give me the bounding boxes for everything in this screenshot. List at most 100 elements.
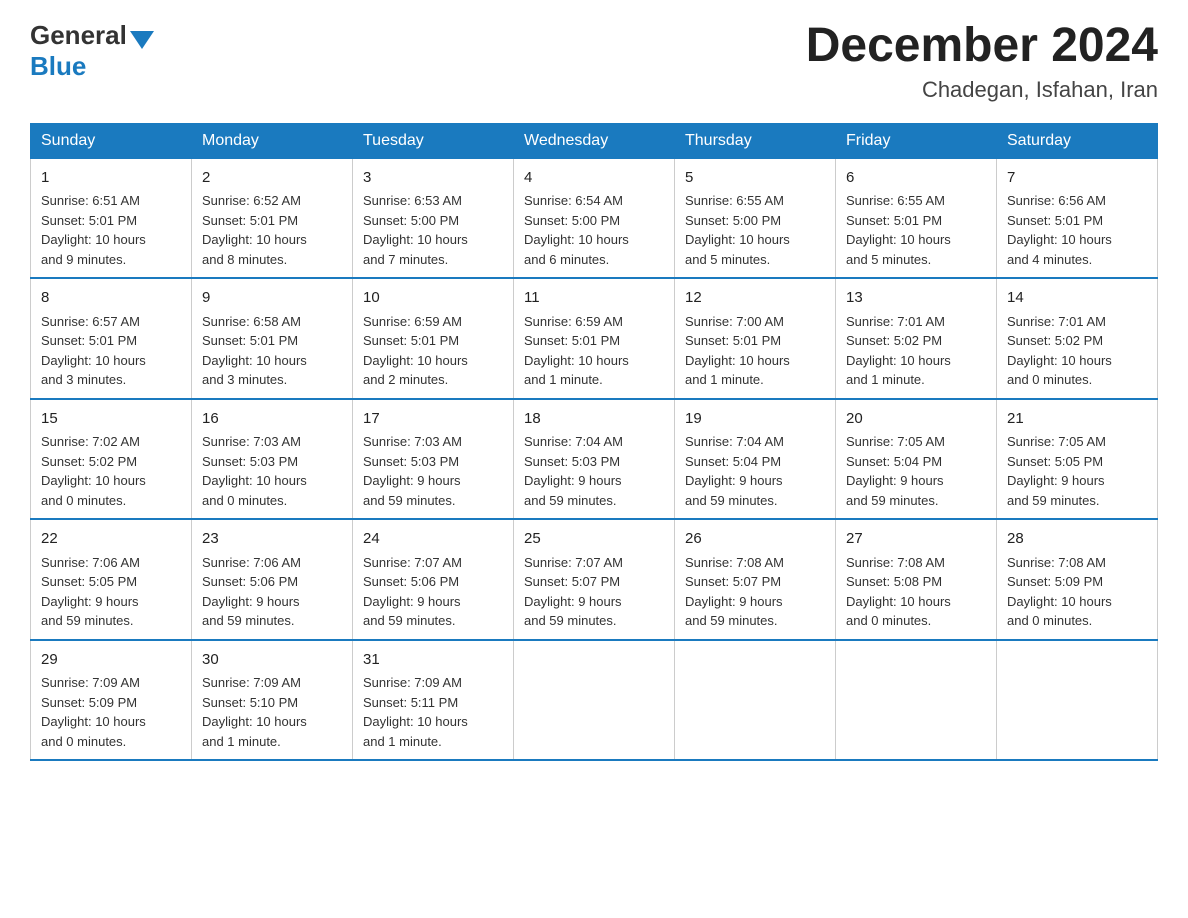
calendar-cell: 17Sunrise: 7:03 AMSunset: 5:03 PMDayligh… xyxy=(353,399,514,520)
day-info-line: Daylight: 10 hours xyxy=(685,230,825,250)
day-number: 26 xyxy=(685,528,825,551)
day-number: 31 xyxy=(363,649,503,672)
week-row-3: 15Sunrise: 7:02 AMSunset: 5:02 PMDayligh… xyxy=(31,399,1158,520)
day-info-line: Sunrise: 7:08 AM xyxy=(846,553,986,573)
day-info-line: and 9 minutes. xyxy=(41,250,181,270)
day-info-line: Sunset: 5:07 PM xyxy=(685,572,825,592)
day-info-line: Sunset: 5:02 PM xyxy=(846,331,986,351)
day-info-line: Daylight: 10 hours xyxy=(41,351,181,371)
location-title: Chadegan, Isfahan, Iran xyxy=(806,77,1158,103)
calendar-cell: 6Sunrise: 6:55 AMSunset: 5:01 PMDaylight… xyxy=(836,158,997,278)
day-info-line: and 59 minutes. xyxy=(41,611,181,631)
day-number: 12 xyxy=(685,287,825,310)
day-info-line: Sunrise: 7:09 AM xyxy=(363,673,503,693)
day-info-line: Sunrise: 7:09 AM xyxy=(202,673,342,693)
calendar-cell: 30Sunrise: 7:09 AMSunset: 5:10 PMDayligh… xyxy=(192,640,353,761)
day-info-line: Sunrise: 6:53 AM xyxy=(363,191,503,211)
day-number: 3 xyxy=(363,167,503,190)
day-info-line: Sunset: 5:00 PM xyxy=(363,211,503,231)
day-info-line: Daylight: 10 hours xyxy=(202,471,342,491)
day-info-line: Daylight: 10 hours xyxy=(846,351,986,371)
day-number: 18 xyxy=(524,408,664,431)
day-info-line: and 59 minutes. xyxy=(685,611,825,631)
day-info-line: Sunrise: 7:07 AM xyxy=(524,553,664,573)
day-number: 28 xyxy=(1007,528,1147,551)
day-info-line: Sunrise: 7:07 AM xyxy=(363,553,503,573)
calendar-cell: 15Sunrise: 7:02 AMSunset: 5:02 PMDayligh… xyxy=(31,399,192,520)
day-info-line: and 1 minute. xyxy=(524,370,664,390)
calendar-cell: 1Sunrise: 6:51 AMSunset: 5:01 PMDaylight… xyxy=(31,158,192,278)
day-info-line: Sunset: 5:08 PM xyxy=(846,572,986,592)
day-info-line: Daylight: 10 hours xyxy=(41,712,181,732)
calendar-header: SundayMondayTuesdayWednesdayThursdayFrid… xyxy=(31,123,1158,158)
day-info-line: Sunrise: 7:03 AM xyxy=(202,432,342,452)
day-info-line: Sunset: 5:02 PM xyxy=(41,452,181,472)
day-number: 13 xyxy=(846,287,986,310)
day-info-line: Sunrise: 7:02 AM xyxy=(41,432,181,452)
day-number: 19 xyxy=(685,408,825,431)
calendar-cell: 31Sunrise: 7:09 AMSunset: 5:11 PMDayligh… xyxy=(353,640,514,761)
column-header-friday: Friday xyxy=(836,123,997,158)
day-number: 24 xyxy=(363,528,503,551)
day-info-line: Daylight: 10 hours xyxy=(202,351,342,371)
day-info-line: Daylight: 9 hours xyxy=(846,471,986,491)
column-header-saturday: Saturday xyxy=(997,123,1158,158)
day-number: 14 xyxy=(1007,287,1147,310)
calendar-cell: 2Sunrise: 6:52 AMSunset: 5:01 PMDaylight… xyxy=(192,158,353,278)
calendar-cell: 9Sunrise: 6:58 AMSunset: 5:01 PMDaylight… xyxy=(192,278,353,399)
day-info-line: and 8 minutes. xyxy=(202,250,342,270)
day-info-line: Sunset: 5:04 PM xyxy=(846,452,986,472)
day-info-line: Sunrise: 7:04 AM xyxy=(524,432,664,452)
day-info-line: and 5 minutes. xyxy=(846,250,986,270)
day-number: 2 xyxy=(202,167,342,190)
calendar-cell xyxy=(514,640,675,761)
calendar-cell: 29Sunrise: 7:09 AMSunset: 5:09 PMDayligh… xyxy=(31,640,192,761)
day-number: 21 xyxy=(1007,408,1147,431)
day-info-line: Sunset: 5:03 PM xyxy=(202,452,342,472)
day-number: 9 xyxy=(202,287,342,310)
day-info-line: Sunrise: 7:05 AM xyxy=(846,432,986,452)
calendar-cell: 16Sunrise: 7:03 AMSunset: 5:03 PMDayligh… xyxy=(192,399,353,520)
day-info-line: Sunrise: 6:52 AM xyxy=(202,191,342,211)
logo-triangle-icon xyxy=(130,31,154,49)
calendar-cell: 27Sunrise: 7:08 AMSunset: 5:08 PMDayligh… xyxy=(836,519,997,640)
day-info-line: and 59 minutes. xyxy=(363,611,503,631)
day-info-line: and 59 minutes. xyxy=(1007,491,1147,511)
day-info-line: Daylight: 10 hours xyxy=(41,230,181,250)
calendar-cell: 5Sunrise: 6:55 AMSunset: 5:00 PMDaylight… xyxy=(675,158,836,278)
calendar-cell: 3Sunrise: 6:53 AMSunset: 5:00 PMDaylight… xyxy=(353,158,514,278)
calendar-cell xyxy=(675,640,836,761)
day-info-line: Daylight: 10 hours xyxy=(41,471,181,491)
logo-general-text: General xyxy=(30,20,127,51)
day-info-line: Sunrise: 6:51 AM xyxy=(41,191,181,211)
day-info-line: Sunrise: 6:59 AM xyxy=(363,312,503,332)
day-info-line: Daylight: 10 hours xyxy=(1007,592,1147,612)
day-info-line: Sunrise: 7:08 AM xyxy=(1007,553,1147,573)
week-row-4: 22Sunrise: 7:06 AMSunset: 5:05 PMDayligh… xyxy=(31,519,1158,640)
page-header: General Blue December 2024 Chadegan, Isf… xyxy=(30,20,1158,103)
day-info-line: and 59 minutes. xyxy=(202,611,342,631)
calendar-cell: 14Sunrise: 7:01 AMSunset: 5:02 PMDayligh… xyxy=(997,278,1158,399)
day-number: 4 xyxy=(524,167,664,190)
day-info-line: Sunrise: 7:01 AM xyxy=(846,312,986,332)
day-info-line: Sunrise: 6:54 AM xyxy=(524,191,664,211)
day-number: 25 xyxy=(524,528,664,551)
day-info-line: Sunrise: 7:04 AM xyxy=(685,432,825,452)
day-number: 23 xyxy=(202,528,342,551)
day-info-line: Daylight: 9 hours xyxy=(363,592,503,612)
day-info-line: and 0 minutes. xyxy=(41,732,181,752)
day-info-line: Sunrise: 7:01 AM xyxy=(1007,312,1147,332)
day-info-line: and 2 minutes. xyxy=(363,370,503,390)
day-number: 8 xyxy=(41,287,181,310)
calendar-cell xyxy=(997,640,1158,761)
day-info-line: and 0 minutes. xyxy=(202,491,342,511)
day-info-line: Sunset: 5:00 PM xyxy=(524,211,664,231)
day-info-line: Sunrise: 6:56 AM xyxy=(1007,191,1147,211)
day-info-line: Daylight: 10 hours xyxy=(363,712,503,732)
day-info-line: Sunset: 5:03 PM xyxy=(363,452,503,472)
calendar-cell: 8Sunrise: 6:57 AMSunset: 5:01 PMDaylight… xyxy=(31,278,192,399)
day-info-line: and 1 minute. xyxy=(685,370,825,390)
column-header-monday: Monday xyxy=(192,123,353,158)
logo: General Blue xyxy=(30,20,154,82)
day-number: 16 xyxy=(202,408,342,431)
